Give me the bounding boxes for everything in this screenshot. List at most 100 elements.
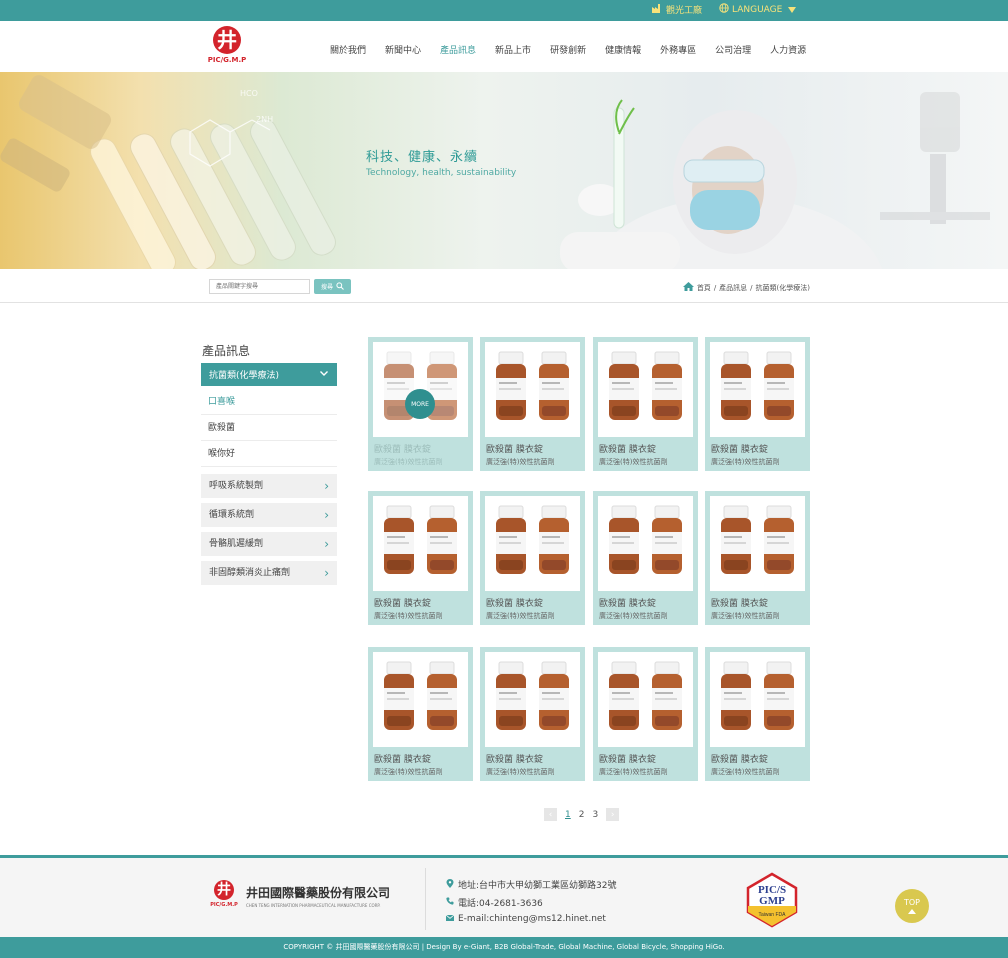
- next-page-button[interactable]: ›: [606, 808, 620, 821]
- footer-company-name-en: CHEN TENG INTERNATION PHARMACEUTICAL MAN…: [246, 903, 381, 908]
- factory-tour-label: 觀光工廠: [666, 6, 703, 16]
- language-selector[interactable]: LANGUAGE: [719, 3, 797, 16]
- pics-gmp-certification-badge: PIC/S GMP Taiwan FDA: [744, 872, 800, 928]
- sidebar-item-circulatory[interactable]: 循環系統劑 ›: [201, 503, 337, 527]
- product-description: 廣泛強(特)效性抗菌劑: [599, 612, 668, 620]
- nav-research[interactable]: 研發創新: [550, 43, 586, 56]
- product-name: 歐殺菌 膜衣錠: [711, 755, 768, 765]
- search-button-label: 搜尋: [320, 284, 333, 291]
- svg-text:HCO: HCO: [240, 89, 258, 98]
- page-1[interactable]: 1: [565, 810, 571, 820]
- home-icon[interactable]: [682, 282, 694, 293]
- product-name: 歐殺菌 膜衣錠: [711, 445, 768, 455]
- breadcrumb-separator: /: [750, 283, 753, 292]
- footer-phone: 電話:04-2681-3636: [446, 896, 543, 909]
- nav-health-info[interactable]: 健康情報: [605, 43, 641, 56]
- search-icon: [336, 281, 344, 292]
- sidebar-item-label: 循環系統劑: [209, 510, 255, 520]
- factory-icon: [652, 3, 663, 16]
- chevron-down-icon: [319, 368, 329, 381]
- nav-sales-area[interactable]: 外務專區: [660, 43, 696, 56]
- chevron-right-icon: ›: [324, 508, 329, 522]
- product-name: 歐殺菌 膜衣錠: [599, 599, 656, 609]
- product-name: 歐殺菌 膜衣錠: [486, 755, 543, 765]
- nav-new-products[interactable]: 新品上市: [495, 43, 531, 56]
- nav-about[interactable]: 關於我們: [330, 43, 366, 56]
- sidebar-item-label: 呼吸系統製劑: [209, 481, 264, 491]
- page-3[interactable]: 3: [592, 810, 598, 820]
- search-button[interactable]: 搜尋: [314, 279, 351, 294]
- product-name: 歐殺菌 膜衣錠: [374, 445, 431, 455]
- language-label: LANGUAGE: [732, 4, 783, 15]
- product-card[interactable]: 歐殺菌 膜衣錠廣泛強(特)效性抗菌劑: [593, 491, 698, 625]
- more-button[interactable]: MORE: [405, 389, 435, 419]
- breadcrumb-products[interactable]: 產品訊息: [719, 283, 747, 293]
- product-name: 歐殺菌 膜衣錠: [711, 599, 768, 609]
- sidebar-item-label: 非固醇類消炎止痛劑: [209, 568, 291, 578]
- sidebar-title: 產品訊息: [202, 344, 251, 358]
- factory-tour-link[interactable]: 觀光工廠: [652, 3, 702, 16]
- sidebar-item-respiratory[interactable]: 呼吸系統製劑 ›: [201, 474, 337, 498]
- sidebar-item-nsaid[interactable]: 非固醇類消炎止痛劑 ›: [201, 561, 337, 585]
- sidebar-item-muscle-relaxant[interactable]: 骨骼肌遲緩劑 ›: [201, 532, 337, 556]
- top-utility-bar: 觀光工廠 LANGUAGE: [0, 0, 1008, 21]
- product-description: 廣泛強(特)效性抗菌劑: [486, 458, 555, 466]
- nav-governance[interactable]: 公司治理: [715, 43, 751, 56]
- footer-address-text: 地址:台中市大甲幼獅工業區幼獅路32號: [458, 881, 617, 891]
- product-card[interactable]: 歐殺菌 膜衣錠 廣泛強(特)效性抗菌劑: [593, 337, 698, 471]
- nav-hr[interactable]: 人力資源: [770, 43, 806, 56]
- breadcrumb-home[interactable]: 首頁: [697, 283, 711, 293]
- page-2[interactable]: 2: [579, 810, 585, 820]
- product-description: 廣泛強(特)效性抗菌劑: [486, 768, 555, 776]
- sidebar-subitem-kouxihou[interactable]: 口喜喉: [201, 390, 337, 415]
- product-image: [710, 496, 805, 591]
- breadcrumb-current: 抗菌類(化學療法): [755, 283, 810, 292]
- sidebar-category-label: 抗菌類(化學療法): [209, 371, 280, 381]
- company-logo[interactable]: 井 PIC/G.M.P: [197, 26, 257, 68]
- sidebar-subitem-hounihao[interactable]: 喉你好: [201, 442, 337, 467]
- chevron-right-icon: ›: [324, 479, 329, 493]
- product-card[interactable]: 歐殺菌 膜衣錠 廣泛強(特)效性抗菌劑: [480, 337, 585, 471]
- footer-email-text[interactable]: E-mail:chinteng@ms12.hinet.net: [458, 914, 606, 924]
- product-card[interactable]: 歐殺菌 膜衣錠 廣泛強(特)效性抗菌劑: [705, 647, 810, 781]
- search-breadcrumb-strip: 搜尋 首頁 / 產品訊息 / 抗菌類(化學療法): [0, 269, 1008, 303]
- product-card[interactable]: 歐殺菌 膜衣錠 廣泛強(特)效性抗菌劑: [705, 491, 810, 625]
- sidebar-subitem-oushajun[interactable]: 歐殺菌: [201, 416, 337, 441]
- product-card[interactable]: 歐殺菌 膜衣錠廣泛強(特)效性抗菌劑: [480, 647, 585, 781]
- prev-page-button[interactable]: ‹: [544, 808, 557, 821]
- product-description: 廣泛強(特)效性抗菌劑: [374, 612, 443, 620]
- product-description: 廣泛強(特)效性抗菌劑: [599, 768, 668, 776]
- hero-banner: HCO 2NH 科技、健康、永續 Technology, health, sus…: [0, 72, 1008, 269]
- logo-mark: 井: [213, 26, 241, 54]
- chevron-right-icon: ›: [324, 537, 329, 551]
- product-card[interactable]: 歐殺菌 膜衣錠 廣泛強(特)效性抗菌劑: [368, 647, 473, 781]
- footer-logo: 井 PIC/G.M.P: [208, 880, 240, 910]
- nav-products[interactable]: 產品訊息: [440, 43, 476, 56]
- copyright-bar: COPYRIGHT © 井田國際醫藥股份有限公司 | Design By e-G…: [0, 937, 1008, 958]
- product-card[interactable]: 歐殺菌 膜衣錠廣泛強(特)效性抗菌劑: [705, 337, 810, 471]
- footer-company-name: 井田國際醫藥股份有限公司: [246, 886, 391, 900]
- footer-address: 地址:台中市大甲幼獅工業區幼獅路32號: [446, 878, 617, 891]
- globe-icon: [719, 3, 729, 16]
- product-description: 廣泛強(特)效性抗菌劑: [599, 458, 668, 466]
- product-image: [598, 342, 693, 437]
- product-card[interactable]: 歐殺菌 膜衣錠廣泛強(特)效性抗菌劑: [480, 491, 585, 625]
- product-card[interactable]: 歐殺菌 膜衣錠 廣泛強(特)效性抗菌劑: [368, 491, 473, 625]
- product-description: 廣泛強(特)效性抗菌劑: [711, 458, 780, 466]
- product-image: [373, 496, 468, 591]
- sidebar-category-antibacterial[interactable]: 抗菌類(化學療法): [201, 363, 337, 386]
- product-description: 廣泛強(特)效性抗菌劑: [486, 612, 555, 620]
- product-card[interactable]: MORE 歐殺菌 膜衣錠廣泛強(特)效性抗菌劑: [368, 337, 473, 471]
- footer-logo-mark: 井: [214, 880, 234, 900]
- product-name: 歐殺菌 膜衣錠: [486, 599, 543, 609]
- footer-email: E-mail:chinteng@ms12.hinet.net: [445, 914, 606, 924]
- arrow-up-icon: [908, 909, 916, 914]
- footer-logo-text: PIC/G.M.P: [210, 902, 238, 908]
- nav-news[interactable]: 新聞中心: [385, 43, 421, 56]
- product-description: 廣泛強(特)效性抗菌劑: [374, 768, 443, 776]
- back-to-top-button[interactable]: TOP: [895, 889, 929, 923]
- product-card[interactable]: 歐殺菌 膜衣錠 廣泛強(特)效性抗菌劑: [593, 647, 698, 781]
- product-search-input[interactable]: [209, 279, 310, 294]
- product-image: [485, 652, 580, 747]
- product-description: 廣泛強(特)效性抗菌劑: [374, 458, 443, 466]
